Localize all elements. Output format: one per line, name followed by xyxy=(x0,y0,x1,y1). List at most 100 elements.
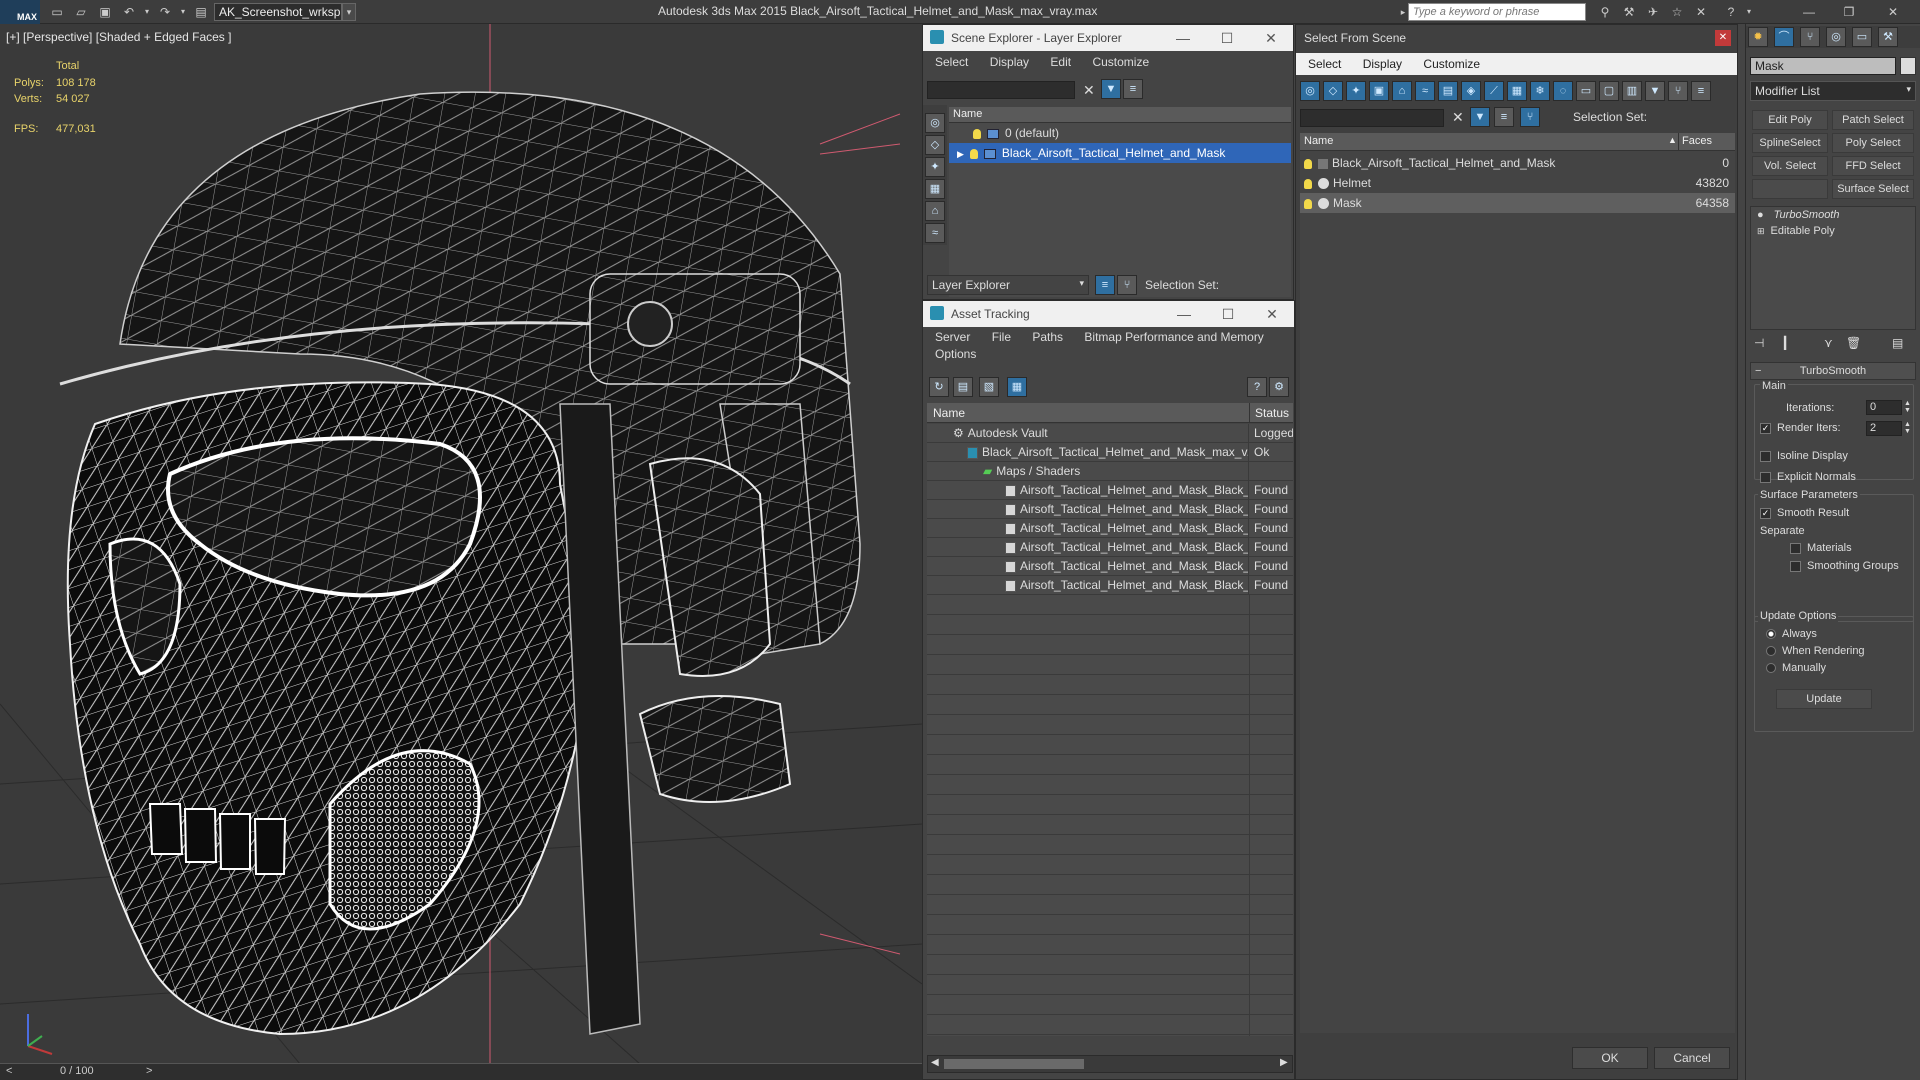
checkbox-icon[interactable] xyxy=(1790,560,1801,572)
modify-tab-icon[interactable]: ⌒ xyxy=(1774,27,1794,47)
create-tab-icon[interactable]: ✹ xyxy=(1748,27,1768,47)
smoothing-groups-checkbox[interactable]: Smoothing Groups xyxy=(1790,560,1899,572)
select-all-icon[interactable]: ▭ xyxy=(1576,81,1596,101)
poly-select-button[interactable]: Poly Select xyxy=(1832,133,1914,153)
object-row[interactable]: Helmet 43820 xyxy=(1300,173,1735,193)
materials-checkbox[interactable]: Materials xyxy=(1790,542,1852,554)
modifier-list-combo[interactable]: Modifier List ▾ xyxy=(1750,81,1916,101)
explorer-type-combo[interactable]: Layer Explorer ▾ xyxy=(927,275,1089,295)
checkbox-checked-icon[interactable]: ✓ xyxy=(1760,507,1771,519)
time-slider-label[interactable]: 0 / 100 xyxy=(60,1065,94,1077)
project-folder-icon[interactable]: ▤ xyxy=(192,3,210,21)
options-icon[interactable]: ≡ xyxy=(1691,81,1711,101)
dropdown-arrow-icon[interactable]: ▾ xyxy=(1906,84,1911,95)
checkbox-icon[interactable] xyxy=(1790,542,1801,554)
hierarchy-tab-icon[interactable]: ⑂ xyxy=(1800,27,1820,47)
hierarchy-filter-icon[interactable]: ⑂ xyxy=(1668,81,1688,101)
sort-arrow-icon[interactable]: ▲ xyxy=(1668,135,1677,145)
undo-icon[interactable]: ↶ xyxy=(120,3,138,21)
column-faces[interactable]: Faces xyxy=(1682,135,1712,147)
help-dropdown-icon[interactable]: ▾ xyxy=(1740,3,1758,21)
filter-hidden-icon[interactable]: ◌ xyxy=(1553,81,1573,101)
display-shapes-icon[interactable]: ◇ xyxy=(925,135,945,155)
filter-geometry-icon[interactable]: ◎ xyxy=(1300,81,1320,101)
help-icon[interactable]: ? xyxy=(1247,377,1267,397)
table-row[interactable]: Airsoft_Tactical_Helmet_and_Mask_Black_.… xyxy=(927,481,1293,500)
radio-icon[interactable] xyxy=(1766,663,1776,674)
filter-spacewarps-icon[interactable]: ≈ xyxy=(1415,81,1435,101)
filter-frozen-icon[interactable]: ❄ xyxy=(1530,81,1550,101)
settings-help-icon[interactable]: ⚙ xyxy=(1269,377,1289,397)
pin-stack-icon[interactable]: ⊣ xyxy=(1754,336,1764,350)
menu-display[interactable]: Display xyxy=(990,55,1029,69)
table-row[interactable]: Airsoft_Tactical_Helmet_and_Mask_Black_.… xyxy=(927,576,1293,595)
isoline-display-checkbox[interactable]: Isoline Display xyxy=(1760,450,1848,462)
filter-shapes-icon[interactable]: ◇ xyxy=(1323,81,1343,101)
render-iters-spinner[interactable]: 2 xyxy=(1866,421,1902,436)
select-none-icon[interactable]: ▢ xyxy=(1599,81,1619,101)
search-input[interactable]: Type a keyword or phrase xyxy=(1408,3,1586,21)
display-geometry-icon[interactable]: ◎ xyxy=(925,113,945,133)
app-logo[interactable]: MAX xyxy=(0,0,40,24)
table-row[interactable]: Airsoft_Tactical_Helmet_and_Mask_Black_.… xyxy=(927,500,1293,519)
layer-tree-header[interactable]: Name xyxy=(949,107,1291,123)
scroll-right-icon[interactable]: ▶ xyxy=(1280,1057,1288,1068)
thumbnail-view-icon[interactable]: ▧ xyxy=(979,377,999,397)
layer-row[interactable]: 0 (default) xyxy=(949,123,1291,143)
list-view-icon[interactable]: ▤ xyxy=(953,377,973,397)
scroll-thumb[interactable] xyxy=(944,1059,1084,1069)
menu-customize[interactable]: Customize xyxy=(1423,57,1480,71)
display-tab-icon[interactable]: ▭ xyxy=(1852,27,1872,47)
new-file-icon[interactable]: ▭ xyxy=(48,3,66,21)
table-row[interactable]: ⚙ Autodesk Vault Logged xyxy=(927,424,1293,443)
make-unique-icon[interactable]: ⋎ xyxy=(1824,336,1833,350)
time-prev-button[interactable]: < xyxy=(6,1065,12,1077)
collapse-icon[interactable]: − xyxy=(1755,363,1761,379)
hierarchy-sort-icon[interactable]: ⑂ xyxy=(1520,107,1540,127)
layer-row[interactable]: ▶ Black_Airsoft_Tactical_Helmet_and_Mask xyxy=(949,143,1291,163)
column-name[interactable]: Name xyxy=(933,406,965,420)
scene-explorer-search-input[interactable] xyxy=(927,81,1075,99)
when-rendering-radio[interactable]: When Rendering xyxy=(1766,645,1865,657)
visible-icon[interactable] xyxy=(1304,178,1312,189)
maximize-icon[interactable]: ☐ xyxy=(1206,301,1250,327)
layer-visible-icon[interactable] xyxy=(969,148,978,159)
spline-select-button[interactable]: SplineSelect xyxy=(1752,133,1828,153)
filter-cameras-icon[interactable]: ▣ xyxy=(1369,81,1389,101)
object-row-selected[interactable]: Mask 64358 xyxy=(1300,193,1735,213)
patch-select-button[interactable]: Patch Select xyxy=(1832,110,1914,130)
utilities-tab-icon[interactable]: ⚒ xyxy=(1878,27,1898,47)
table-row[interactable]: Airsoft_Tactical_Helmet_and_Mask_Black_.… xyxy=(927,538,1293,557)
radio-selected-icon[interactable] xyxy=(1766,629,1776,640)
menu-file[interactable]: File xyxy=(992,330,1011,344)
select-invert-icon[interactable]: ▥ xyxy=(1622,81,1642,101)
display-cameras-icon[interactable]: ▦ xyxy=(925,179,945,199)
clear-search-icon[interactable]: ✕ xyxy=(1452,109,1464,126)
layer-sort-icon[interactable]: ≡ xyxy=(1494,107,1514,127)
menu-bitmap-performance[interactable]: Bitmap Performance and Memory xyxy=(1084,330,1263,344)
table-row[interactable]: ▰ Maps / Shaders xyxy=(927,462,1293,481)
workspace-dropdown-icon[interactable]: ▾ xyxy=(342,3,356,21)
filter-containers-icon[interactable]: ▦ xyxy=(1507,81,1527,101)
object-row[interactable]: Black_Airsoft_Tactical_Helmet_and_Mask 0 xyxy=(1300,153,1735,173)
expand-icon[interactable]: ⊞ xyxy=(1757,226,1765,236)
redo-dropdown-icon[interactable]: ▾ xyxy=(174,3,192,21)
close-icon[interactable]: ✕ xyxy=(1715,30,1731,46)
display-helpers-icon[interactable]: ⌂ xyxy=(925,201,945,221)
empty-modifier-button[interactable] xyxy=(1752,179,1828,199)
spinner-arrows-icon[interactable]: ▲ ▼ xyxy=(1904,400,1911,414)
minimize-icon[interactable]: — xyxy=(1800,3,1818,21)
scroll-left-icon[interactable]: ◀ xyxy=(931,1057,939,1068)
workspace-combo[interactable]: AK_Screenshot_wrksp xyxy=(214,3,342,21)
remove-modifier-icon[interactable]: 🗑 xyxy=(1846,336,1861,350)
asset-tracking-titlebar[interactable]: Asset Tracking — ☐ ✕ xyxy=(923,301,1294,327)
favorites-icon[interactable]: ☆ xyxy=(1668,3,1686,21)
show-end-result-icon[interactable]: ▎ xyxy=(1784,336,1793,350)
perspective-viewport[interactable]: [+] [Perspective] [Shaded + Edged Faces … xyxy=(0,24,922,1064)
filter-bones-icon[interactable]: ⟋ xyxy=(1484,81,1504,101)
turbosmooth-rollout-header[interactable]: − TurboSmooth xyxy=(1750,362,1916,380)
manually-radio[interactable]: Manually xyxy=(1766,662,1826,674)
viewport-label[interactable]: [+] [Perspective] [Shaded + Edged Faces … xyxy=(6,30,231,44)
ok-button[interactable]: OK xyxy=(1572,1047,1648,1069)
menu-paths[interactable]: Paths xyxy=(1032,330,1063,344)
